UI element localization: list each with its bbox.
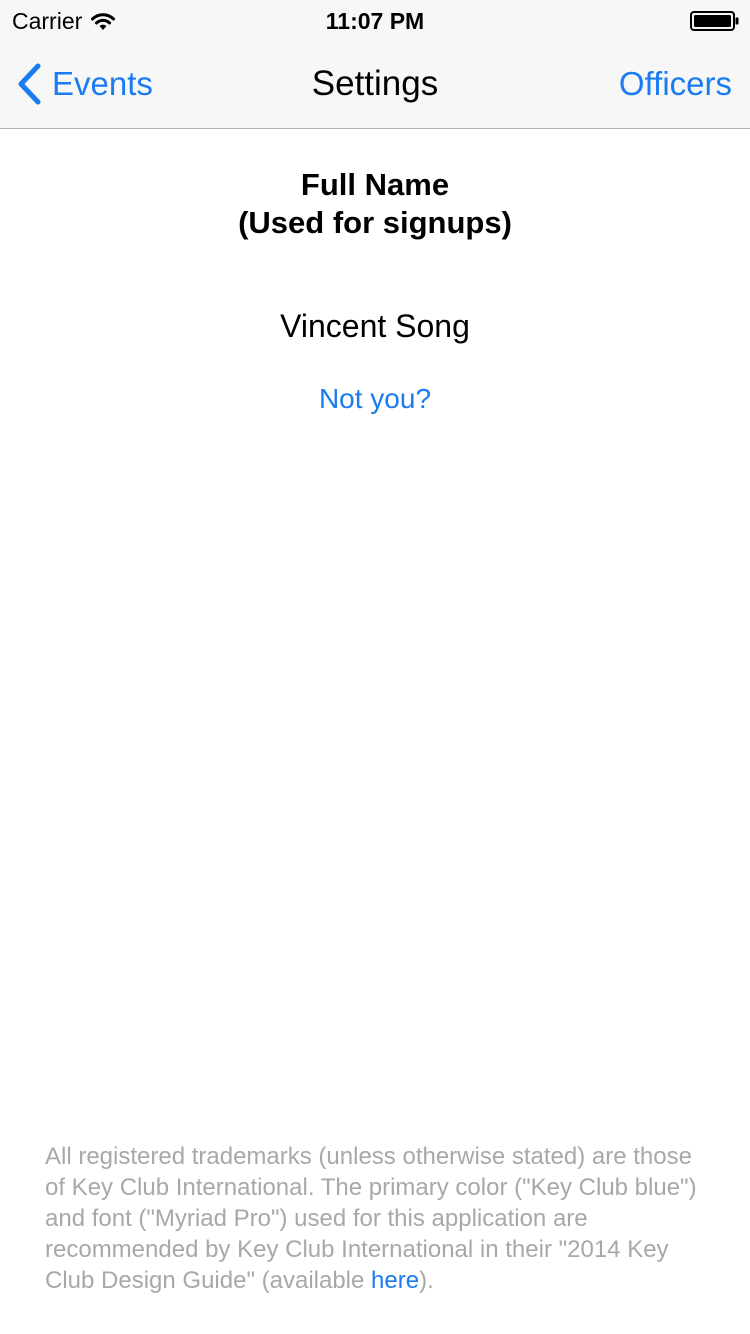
legal-disclaimer: All registered trademarks (unless otherw…: [45, 1141, 710, 1296]
heading-line-2: (Used for signups): [238, 205, 512, 240]
status-time: 11:07 PM: [325, 8, 425, 34]
not-you-link[interactable]: Not you?: [319, 383, 431, 414]
legal-text-end: ).: [419, 1267, 434, 1294]
status-bar: Carrier 11:07 PM: [0, 0, 750, 40]
user-full-name: Vincent Song: [280, 308, 470, 344]
heading-line-1: Full Name: [300, 167, 450, 202]
battery-icon: [690, 11, 740, 31]
navigation-bar: Events Settings Officers: [0, 40, 750, 129]
full-name-heading: Full Name (Used for signups): [0, 166, 750, 242]
officers-button[interactable]: Officers: [619, 40, 732, 128]
design-guide-link[interactable]: here: [371, 1267, 419, 1294]
not-you-container: Not you?: [0, 383, 750, 415]
